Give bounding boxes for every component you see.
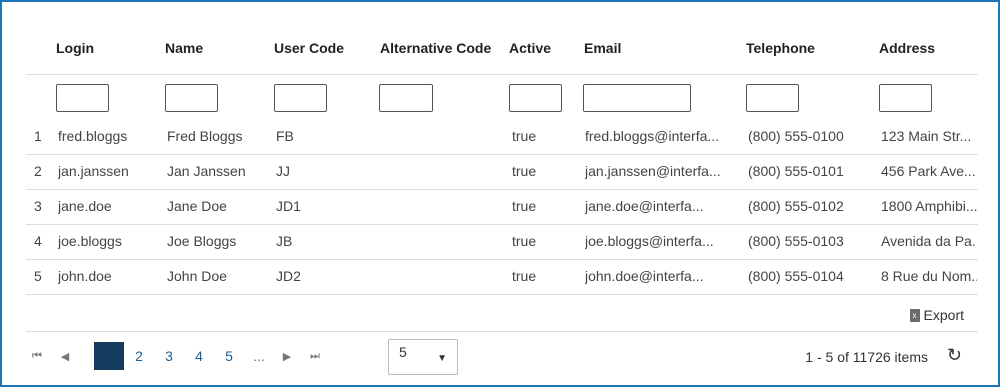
cell-active: true <box>512 268 537 284</box>
table-row[interactable]: 4 joe.bloggs Joe Bloggs JB true joe.blog… <box>26 224 978 260</box>
cell-address: Avenida da Pa... <box>881 233 977 249</box>
cell-login: jane.doe <box>58 198 112 214</box>
cell-user-code: FB <box>276 128 294 144</box>
excel-file-icon: x <box>909 308 920 322</box>
cell-login: joe.bloggs <box>58 233 122 249</box>
filter-user-code-input[interactable] <box>274 84 327 112</box>
row-index: 5 <box>34 268 42 284</box>
export-label: Export <box>923 307 964 323</box>
cell-active: true <box>512 128 537 144</box>
filter-active-input[interactable] <box>509 84 562 112</box>
col-header-user-code[interactable]: User Code <box>274 40 344 56</box>
grid-header: Login Name User Code Alternative Code Ac… <box>26 2 978 75</box>
cell-telephone: (800) 555-0103 <box>748 233 844 249</box>
cell-login: john.doe <box>58 268 112 284</box>
col-header-name[interactable]: Name <box>165 40 203 56</box>
last-page-icon[interactable]: ⏭ <box>304 350 326 363</box>
page-button-2[interactable]: 2 <box>124 342 154 370</box>
table-row[interactable]: 2 jan.janssen Jan Janssen JJ true jan.ja… <box>26 154 978 190</box>
cell-telephone: (800) 555-0101 <box>748 163 844 179</box>
first-page-icon[interactable]: ⏮ <box>26 350 48 363</box>
footer-divider <box>26 331 978 332</box>
col-header-address[interactable]: Address <box>879 40 935 56</box>
cell-name: Jan Janssen <box>167 163 246 179</box>
cell-user-code: JJ <box>276 163 290 179</box>
col-header-telephone[interactable]: Telephone <box>746 40 815 56</box>
cell-address: 1800 Amphibi... <box>881 198 977 214</box>
page-size-select[interactable]: 5 ▼ <box>388 339 458 375</box>
filter-login-input[interactable] <box>56 84 109 112</box>
filter-name-input[interactable] <box>165 84 218 112</box>
col-header-login[interactable]: Login <box>56 40 94 56</box>
cell-active: true <box>512 198 537 214</box>
page-button-4[interactable]: 4 <box>184 342 214 370</box>
prev-page-icon[interactable]: ◀ <box>54 350 76 363</box>
cell-login: jan.janssen <box>58 163 129 179</box>
cell-telephone: (800) 555-0102 <box>748 198 844 214</box>
cell-address: 123 Main Str... <box>881 128 972 144</box>
row-index: 4 <box>34 233 42 249</box>
cell-name: Jane Doe <box>167 198 227 214</box>
cell-active: true <box>512 233 537 249</box>
row-index: 2 <box>34 163 42 179</box>
page-button-1[interactable]: 1 <box>94 342 124 370</box>
page-button-3[interactable]: 3 <box>154 342 184 370</box>
cell-user-code: JD1 <box>276 198 301 214</box>
table-row[interactable]: 3 jane.doe Jane Doe JD1 true jane.doe@in… <box>26 189 978 225</box>
users-grid-panel: Login Name User Code Alternative Code Ac… <box>0 0 1000 387</box>
col-header-active[interactable]: Active <box>509 40 551 56</box>
export-button[interactable]: x Export <box>909 307 964 323</box>
cell-name: Fred Bloggs <box>167 128 243 144</box>
cell-active: true <box>512 163 537 179</box>
cell-email: john.doe@interfa... <box>585 268 704 284</box>
page-size-value: 5 <box>399 344 407 360</box>
cell-name: Joe Bloggs <box>167 233 237 249</box>
col-header-email[interactable]: Email <box>584 40 621 56</box>
cell-address: 456 Park Ave... <box>881 163 976 179</box>
table-row[interactable]: 5 john.doe John Doe JD2 true john.doe@in… <box>26 259 978 295</box>
filter-address-input[interactable] <box>879 84 932 112</box>
cell-address: 8 Rue du Nom... <box>881 268 977 284</box>
cell-email: jane.doe@interfa... <box>585 198 704 214</box>
filter-alternative-code-input[interactable] <box>379 84 433 112</box>
chevron-down-icon: ▼ <box>437 353 447 364</box>
cell-email: fred.bloggs@interfa... <box>585 128 720 144</box>
page-button-5[interactable]: 5 <box>214 342 244 370</box>
row-index: 3 <box>34 198 42 214</box>
col-header-alternative-code[interactable]: Alternative Code <box>380 40 491 56</box>
cell-email: joe.bloggs@interfa... <box>585 233 714 249</box>
next-page-icon[interactable]: ▶ <box>276 350 298 363</box>
cell-telephone: (800) 555-0104 <box>748 268 844 284</box>
refresh-icon[interactable]: ↻ <box>947 345 962 366</box>
pager-info: 1 - 5 of 11726 items <box>805 349 928 365</box>
cell-name: John Doe <box>167 268 227 284</box>
pagination: ⏮ ◀ 1 2 3 4 5 ... ▶ ⏭ <box>26 342 326 370</box>
cell-user-code: JB <box>276 233 293 249</box>
filter-telephone-input[interactable] <box>746 84 799 112</box>
cell-email: jan.janssen@interfa... <box>585 163 721 179</box>
cell-user-code: JD2 <box>276 268 301 284</box>
page-ellipsis[interactable]: ... <box>244 348 274 364</box>
row-index: 1 <box>34 128 42 144</box>
cell-login: fred.bloggs <box>58 128 128 144</box>
filter-email-input[interactable] <box>583 84 691 112</box>
table-row[interactable]: 1 fred.bloggs Fred Bloggs FB true fred.b… <box>26 119 978 155</box>
cell-telephone: (800) 555-0100 <box>748 128 844 144</box>
